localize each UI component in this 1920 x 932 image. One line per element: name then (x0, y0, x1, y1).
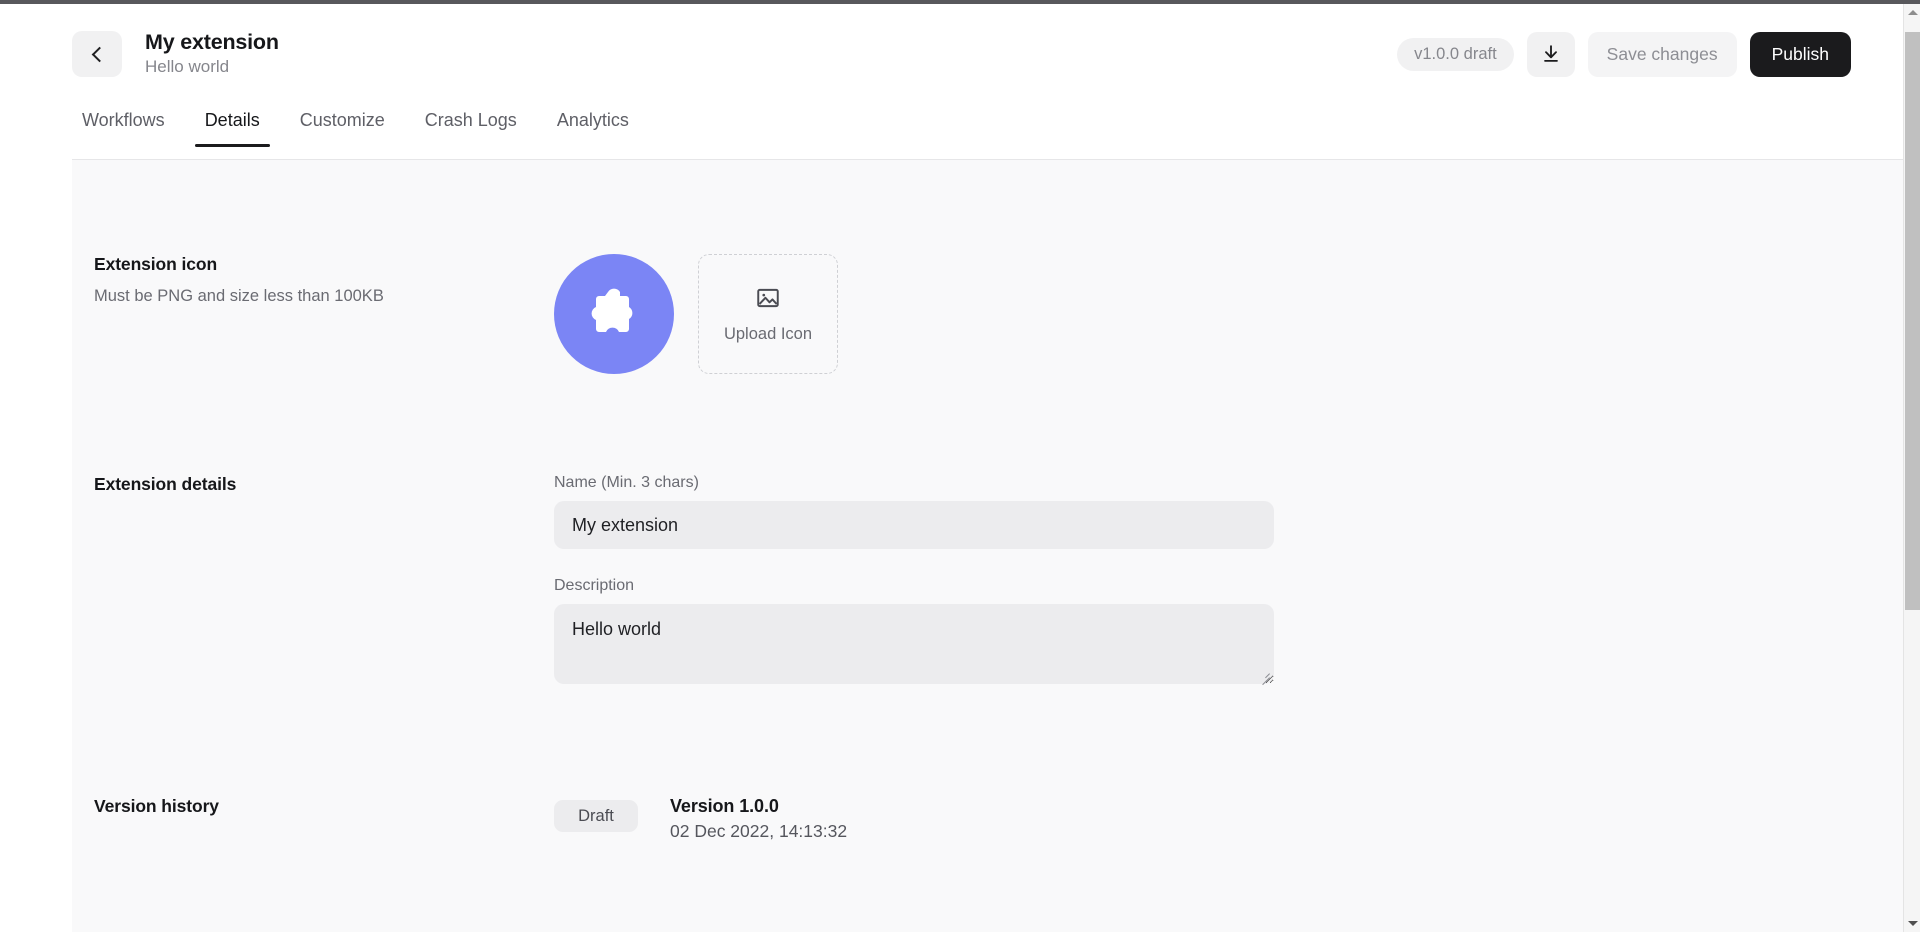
image-placeholder-icon (757, 288, 779, 307)
extension-icon-preview (554, 254, 674, 374)
section-extension-details-labels: Extension details (94, 474, 554, 684)
section-title-extension-details: Extension details (94, 474, 237, 494)
field-group-description: Description (554, 577, 1274, 686)
section-title-extension-icon: Extension icon (94, 254, 218, 274)
tab-bar: Workflows Details Customize Crash Logs A… (0, 104, 1903, 160)
extension-details-fields: Name (Min. 3 chars) Description (554, 474, 1274, 686)
tab-list: Workflows Details Customize Crash Logs A… (72, 104, 639, 160)
name-input[interactable] (554, 501, 1274, 549)
window-top-strip (0, 0, 1920, 4)
section-version-history: Version history Draft Version 1.0.0 02 D… (94, 796, 847, 842)
upload-icon-label: Upload Icon (723, 324, 813, 343)
name-field-label: Name (Min. 3 chars) (554, 474, 699, 491)
scroll-down-arrow-icon (1907, 921, 1918, 926)
scroll-up-arrow-icon (1907, 10, 1918, 15)
page-viewport: My extension Hello world v1.0.0 draft Sa… (0, 4, 1903, 932)
page-header: My extension Hello world v1.0.0 draft Sa… (0, 4, 1903, 104)
description-textarea-wrapper (554, 604, 1274, 686)
version-list-item[interactable]: Draft Version 1.0.0 02 Dec 2022, 14:13:3… (554, 796, 847, 842)
tab-customize[interactable]: Customize (290, 104, 395, 147)
section-extension-icon: Extension icon Must be PNG and size less… (94, 254, 838, 374)
section-title-version-history: Version history (94, 796, 219, 816)
version-status-badge: v1.0.0 draft (1397, 37, 1514, 71)
tab-crash-logs[interactable]: Crash Logs (415, 104, 527, 147)
page-content: Extension icon Must be PNG and size less… (0, 160, 1903, 932)
save-changes-button[interactable]: Save changes (1587, 31, 1737, 77)
scrollbar-thumb[interactable] (1905, 32, 1920, 610)
tab-workflows[interactable]: Workflows (72, 104, 175, 147)
page-subtitle: Hello world (145, 57, 230, 77)
section-description-extension-icon: Must be PNG and size less than 100KB (94, 287, 384, 305)
header-title-block: My extension Hello world (145, 29, 279, 80)
version-entry-text: Version 1.0.0 02 Dec 2022, 14:13:32 (670, 796, 847, 842)
section-extension-details: Extension details Name (Min. 3 chars) De… (94, 474, 1274, 686)
extension-icon-row: Upload Icon (554, 254, 838, 374)
field-group-name: Name (Min. 3 chars) (554, 474, 1274, 549)
section-version-history-labels: Version history (94, 796, 554, 842)
status-badge: Draft (554, 800, 638, 832)
content-left-gutter (0, 160, 72, 932)
publish-button[interactable]: Publish (1749, 31, 1851, 77)
chevron-left-icon (91, 46, 107, 62)
section-extension-icon-labels: Extension icon Must be PNG and size less… (94, 254, 554, 374)
tab-analytics[interactable]: Analytics (547, 104, 639, 147)
puzzle-piece-icon (591, 288, 633, 332)
description-field-label: Description (554, 577, 635, 594)
tab-details[interactable]: Details (194, 104, 270, 147)
back-button[interactable] (72, 31, 122, 77)
version-date: 02 Dec 2022, 14:13:32 (670, 821, 848, 841)
upload-icon-dropzone[interactable]: Upload Icon (698, 254, 838, 374)
download-button[interactable] (1526, 31, 1575, 77)
scroll-up-button[interactable] (1904, 4, 1920, 21)
version-name: Version 1.0.0 (670, 796, 779, 816)
header-inner: My extension Hello world v1.0.0 draft Sa… (72, 4, 1903, 104)
page-title: My extension (145, 29, 279, 54)
page-scrollbar[interactable] (1903, 4, 1920, 932)
download-icon (1543, 45, 1558, 62)
app-root: My extension Hello world v1.0.0 draft Sa… (0, 0, 1920, 932)
scroll-down-button[interactable] (1904, 915, 1920, 932)
header-actions: v1.0.0 draft Save changes Publish (1397, 31, 1903, 77)
description-textarea[interactable] (554, 604, 1274, 684)
